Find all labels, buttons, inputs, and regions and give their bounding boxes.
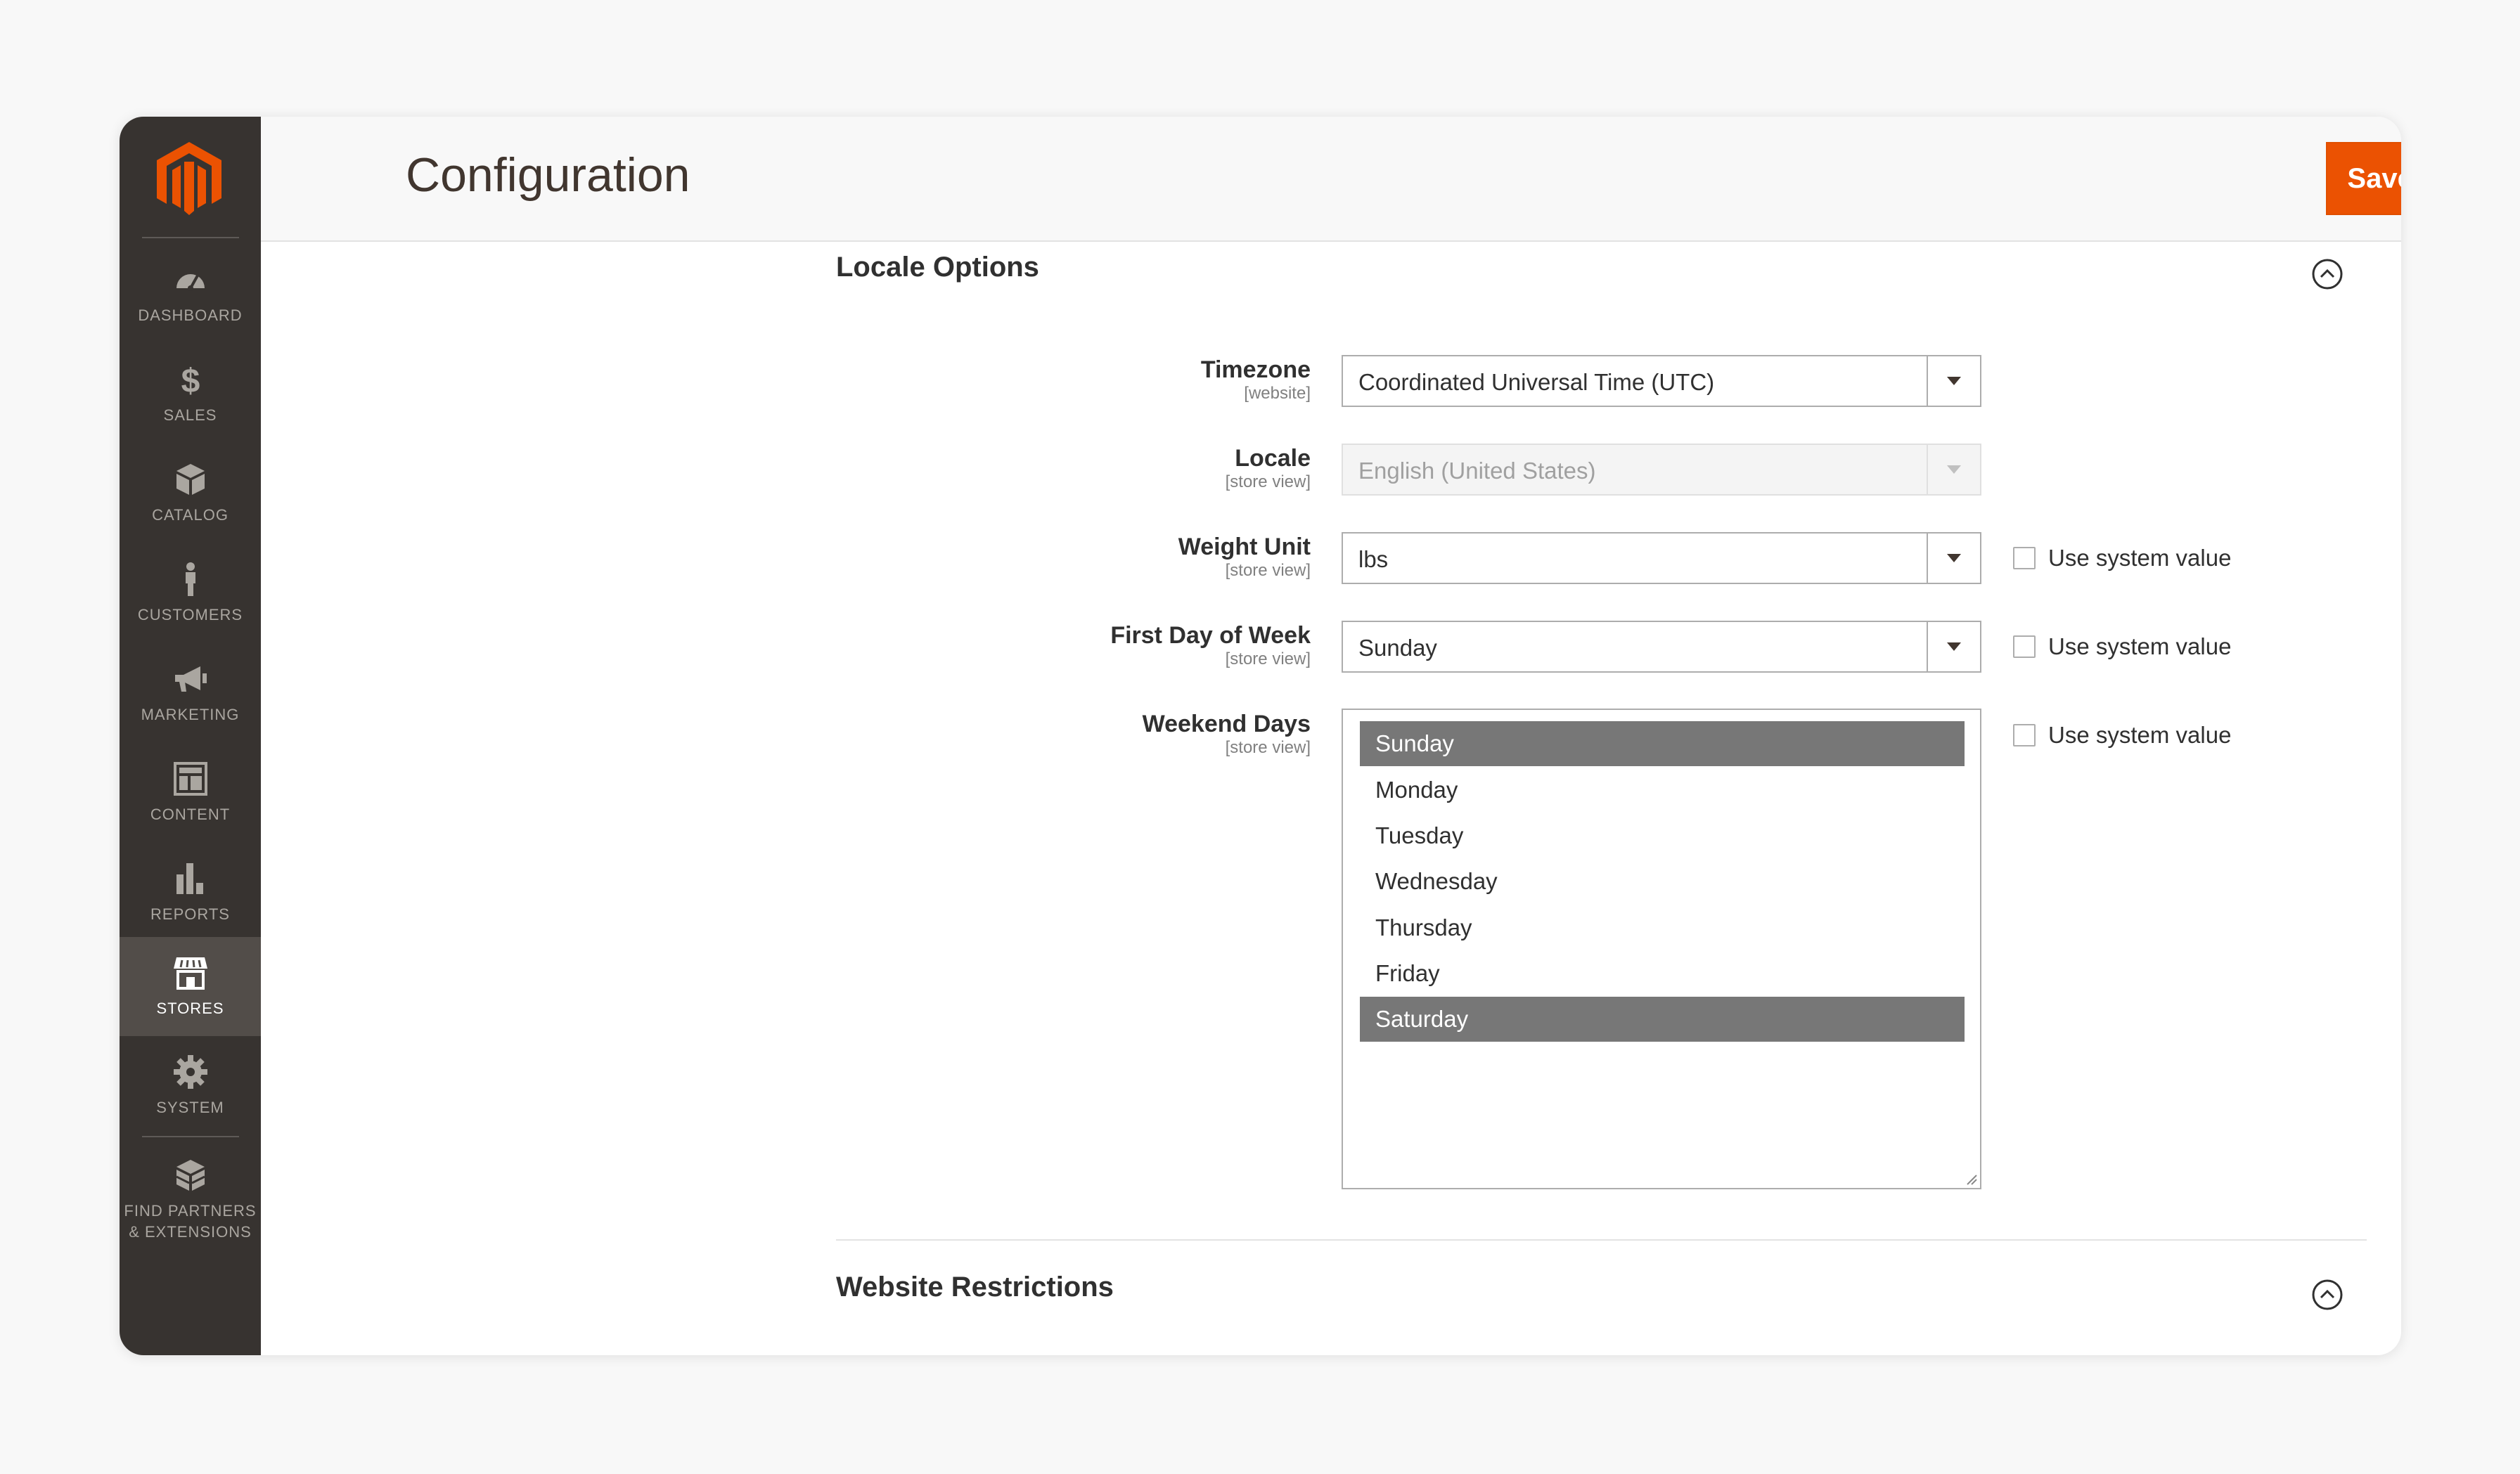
layout-icon	[172, 761, 209, 797]
weight-unit-value: lbs	[1358, 546, 1389, 572]
save-config-button[interactable]: Save Config	[2326, 142, 2401, 215]
option-tuesday[interactable]: Tuesday	[1360, 813, 1965, 858]
chevron-down-icon[interactable]	[1927, 534, 1980, 583]
nav-stores[interactable]: STORES	[120, 937, 261, 1036]
use-system-value-checkbox[interactable]	[2013, 547, 2036, 569]
nav-find-partners[interactable]: FIND PARTNERS & EXTENSIONS	[120, 1147, 261, 1253]
magento-logo[interactable]	[155, 141, 223, 218]
nav-sales-label: SALES	[163, 406, 217, 424]
nav-system-label: SYSTEM	[156, 1098, 224, 1116]
dashboard-icon	[172, 261, 209, 298]
nav-reports-label: REPORTS	[150, 905, 230, 923]
section-divider	[836, 1239, 2367, 1241]
timezone-field-label: Timezone [website]	[1201, 356, 1311, 403]
option-wednesday[interactable]: Wednesday	[1360, 859, 1965, 904]
nav-marketing[interactable]: MARKETING	[120, 643, 261, 742]
nav-customers-label: CUSTOMERS	[137, 605, 243, 623]
first-day-value: Sunday	[1358, 635, 1437, 661]
weekend-days-use-system-value[interactable]: Use system value	[2013, 721, 2231, 749]
chevron-down-icon[interactable]	[1927, 622, 1980, 671]
page-title: Configuration	[406, 148, 690, 202]
collapse-chevron-up-icon[interactable]	[2310, 257, 2344, 291]
option-saturday[interactable]: Saturday	[1360, 997, 1965, 1042]
locale-options-title[interactable]: Locale Options	[836, 252, 1039, 283]
chevron-down-icon	[1927, 445, 1980, 494]
timezone-select[interactable]: Coordinated Universal Time (UTC)	[1342, 355, 1981, 407]
nav-find-partners-label: FIND PARTNERS & EXTENSIONS	[124, 1202, 257, 1241]
timezone-label: Timezone	[1200, 356, 1311, 383]
nav-dashboard-label: DASHBOARD	[138, 306, 243, 324]
locale-value: English (United States)	[1358, 458, 1596, 484]
svg-text:$: $	[181, 363, 200, 398]
nav-dashboard[interactable]: DASHBOARD	[120, 244, 261, 343]
blocks-icon	[172, 1157, 209, 1194]
chevron-down-icon[interactable]	[1927, 356, 1980, 406]
locale-label: Locale	[1235, 445, 1311, 472]
weight-unit-scope: [store view]	[1225, 561, 1311, 580]
resize-grip-icon[interactable]	[1965, 1172, 1977, 1185]
nav-sales[interactable]: $ SALES	[120, 344, 261, 443]
nav-content-label: CONTENT	[150, 805, 231, 823]
storefront-icon	[172, 955, 209, 991]
weight-unit-use-system-value[interactable]: Use system value	[2013, 544, 2231, 572]
admin-window: DASHBOARD $ SALES CATALOG CUSTOMERS MARK…	[120, 117, 2401, 1355]
first-day-label: First Day of Week	[1110, 622, 1311, 649]
timezone-value: Coordinated Universal Time (UTC)	[1358, 369, 1715, 395]
weight-unit-select[interactable]: lbs	[1342, 532, 1981, 584]
use-system-value-label: Use system value	[2048, 633, 2232, 659]
person-icon	[172, 561, 209, 597]
megaphone-icon	[172, 661, 209, 697]
page-header: Configuration Save Config	[261, 117, 2401, 242]
nav-customers[interactable]: CUSTOMERS	[120, 543, 261, 642]
first-day-use-system-value[interactable]: Use system value	[2013, 633, 2231, 661]
timezone-scope: [website]	[1244, 384, 1311, 403]
use-system-value-label: Use system value	[2048, 545, 2232, 571]
dollar-icon: $	[172, 361, 209, 398]
locale-select: English (United States)	[1342, 444, 1981, 496]
nav-content[interactable]: CONTENT	[120, 743, 261, 842]
sidebar-divider	[142, 237, 239, 238]
first-day-select[interactable]: Sunday	[1342, 621, 1981, 673]
collapse-chevron-up-icon[interactable]	[2310, 1278, 2344, 1312]
option-friday[interactable]: Friday	[1360, 951, 1965, 996]
website-restrictions-title[interactable]: Website Restrictions	[836, 1272, 1114, 1303]
box-icon	[172, 461, 209, 498]
use-system-value-checkbox[interactable]	[2013, 635, 2036, 658]
nav-stores-label: STORES	[156, 999, 224, 1017]
option-monday[interactable]: Monday	[1360, 768, 1965, 813]
first-day-scope: [store view]	[1225, 649, 1311, 668]
locale-field-label: Locale [store view]	[1226, 444, 1311, 492]
locale-scope: [store view]	[1225, 472, 1311, 491]
weight-unit-label: Weight Unit	[1178, 534, 1311, 560]
nav-system[interactable]: SYSTEM	[120, 1036, 261, 1135]
gear-icon	[172, 1054, 209, 1090]
weekend-days-scope: [store view]	[1225, 738, 1311, 757]
bar-chart-icon	[172, 860, 209, 897]
weekend-days-multiselect[interactable]: Sunday Monday Tuesday Wednesday Thursday…	[1342, 709, 1981, 1189]
first-day-field-label: First Day of Week [store view]	[1110, 621, 1311, 669]
admin-sidebar: DASHBOARD $ SALES CATALOG CUSTOMERS MARK…	[120, 117, 261, 1355]
option-sunday[interactable]: Sunday	[1360, 721, 1965, 766]
nav-catalog-label: CATALOG	[152, 505, 229, 524]
nav-reports[interactable]: REPORTS	[120, 843, 261, 942]
option-thursday[interactable]: Thursday	[1360, 905, 1965, 950]
use-system-value-checkbox[interactable]	[2013, 724, 2036, 746]
nav-marketing-label: MARKETING	[141, 705, 240, 723]
weekend-days-label: Weekend Days	[1142, 711, 1311, 737]
use-system-value-label: Use system value	[2048, 722, 2232, 748]
weight-unit-field-label: Weight Unit [store view]	[1178, 533, 1311, 581]
sidebar-divider	[142, 1136, 239, 1137]
weekend-days-field-label: Weekend Days [store view]	[1143, 710, 1311, 758]
nav-catalog[interactable]: CATALOG	[120, 444, 261, 543]
